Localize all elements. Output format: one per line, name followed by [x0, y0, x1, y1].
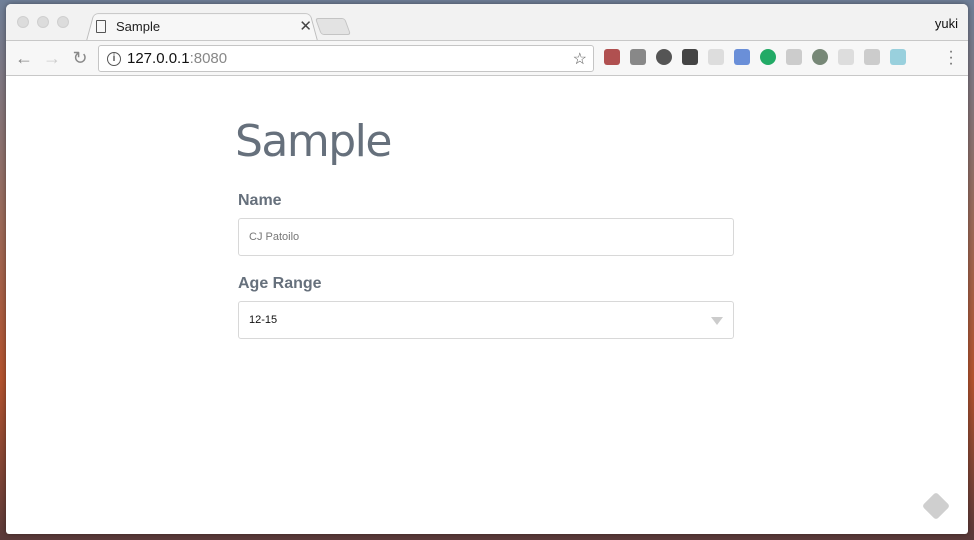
feedly-icon[interactable] [921, 491, 951, 521]
bookmark-star-icon[interactable]: ☆ [573, 49, 587, 69]
menu-icon[interactable]: · · · [948, 44, 954, 72]
pocket-icon[interactable] [630, 49, 646, 65]
url-host: 127.0.0.1 [127, 50, 190, 67]
age-range-select[interactable]: 12-15 [238, 301, 734, 339]
info-icon[interactable]: i [107, 51, 121, 66]
name-label: Name [238, 192, 282, 209]
minimize-window-button[interactable] [37, 16, 49, 28]
puzzle-icon[interactable] [864, 49, 880, 65]
extension-icon[interactable] [708, 49, 724, 65]
address-bar[interactable]: i 127.0.0.1:8080 ☆ [98, 45, 594, 72]
zoom-window-button[interactable] [57, 16, 69, 28]
extension-icon[interactable] [890, 49, 906, 65]
chevron-down-icon [711, 317, 723, 325]
toolbar: ← → ↻ i 127.0.0.1:8080 ☆ · · · [6, 40, 968, 76]
tab-bar: Sample ✕ yuki [6, 4, 968, 41]
translate-icon[interactable] [734, 49, 750, 65]
page-icon [96, 19, 106, 33]
url-port: :8080 [189, 50, 228, 67]
grammarly-icon[interactable] [760, 49, 776, 65]
browser-window: Sample ✕ yuki ← → ↻ i 127.0.0.1:8080 ☆ ·… [6, 4, 968, 534]
close-tab-icon[interactable]: ✕ [299, 17, 312, 35]
forward-icon[interactable]: → [38, 48, 66, 69]
age-range-value: 12-15 [249, 314, 278, 326]
globe-icon[interactable] [812, 49, 828, 65]
back-icon[interactable]: ← [10, 48, 38, 69]
age-range-label: Age Range [238, 275, 322, 292]
extension-icons [604, 49, 906, 65]
close-window-button[interactable] [17, 16, 29, 28]
profile-name[interactable]: yuki [935, 16, 958, 31]
page-title: Sample [235, 116, 392, 167]
name-input[interactable] [238, 218, 734, 256]
reload-icon[interactable]: ↻ [66, 48, 94, 69]
qr-code-icon[interactable] [682, 49, 698, 65]
new-tab-button[interactable] [314, 18, 352, 35]
tab-title: Sample [116, 18, 161, 34]
window-controls [17, 16, 69, 28]
extension-icon[interactable] [838, 49, 854, 65]
page-content: Sample Name Age Range 12-15 [6, 76, 968, 534]
speedometer-icon[interactable] [656, 49, 672, 65]
evernote-icon[interactable] [604, 49, 620, 65]
drive-icon[interactable] [786, 49, 802, 65]
tab-sample[interactable]: Sample ✕ [94, 11, 312, 41]
